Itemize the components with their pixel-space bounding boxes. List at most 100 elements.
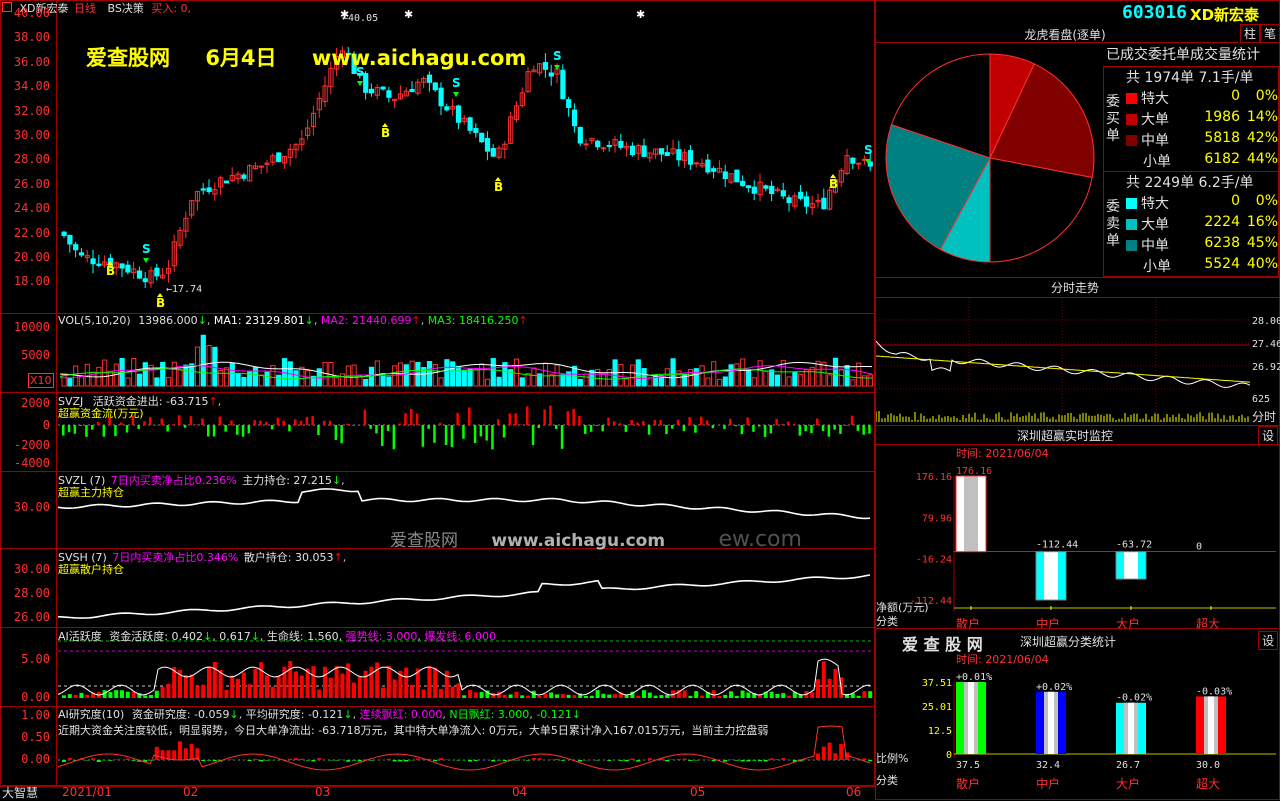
volume-bar [694,369,698,386]
candle [456,106,460,122]
candle [224,181,228,183]
candle [62,232,66,235]
lhb-row: 小单 [1126,151,1171,171]
candle [143,279,147,282]
ai-active-bar [393,679,397,698]
ai-research-bar [619,760,623,761]
ai-active-bar [224,690,228,698]
ai-active-bar [277,676,281,698]
svzj-bar [845,425,848,426]
ai-research-bar [265,760,269,761]
ai-active-bar [514,692,518,698]
price-axis-label: 22.00 [0,226,50,240]
ai-active-bar [422,690,426,698]
ai-research-bar [253,759,257,760]
ai-active-bar [195,686,199,698]
volume-bar [126,378,130,386]
candle [619,141,623,147]
lhb-row: 特大 [1126,88,1169,108]
monitor-bar-value: 176.16 [956,466,992,477]
volume-bar [230,363,234,386]
svzj-bar [311,416,314,425]
candle [74,245,78,250]
candle [688,151,692,165]
ai-research-bar [149,760,153,761]
svzj-bar [596,425,599,426]
ai-research-bar [155,747,159,760]
volume-bar [775,375,779,386]
ai-active-bar [271,687,275,698]
monitor-settings-button[interactable]: 设 [1258,426,1278,445]
classify-ylabel: 比例% [876,751,908,765]
ai-research-bar [677,759,681,760]
ai-active-bar [717,696,721,698]
intraday-chart[interactable] [876,298,1250,424]
classify-category: 散户 [956,776,980,791]
candle [433,83,437,90]
classify-settings-button[interactable]: 设 [1258,631,1278,650]
candle [201,189,205,190]
ai-active-bar [503,695,507,698]
ai-active-bar [567,695,571,698]
ai-research-bar [288,759,292,760]
svzj-bar [543,409,546,425]
intraday-time-label: 分时 [1252,408,1276,425]
candle [387,91,391,98]
vol-ma3: MA3: 18416.250 [428,314,519,327]
lhb-row: 小单 [1126,256,1171,276]
lhb-row: 大单 [1126,109,1169,129]
candle [752,187,756,193]
ai-research-axis-1: 1.00 [0,708,50,722]
volume-bar [178,370,182,386]
classify-bar-shine-core [968,682,974,754]
star-marker: ✱ [404,8,413,21]
svzj-bar [514,413,517,425]
candle [439,88,443,106]
svzj-bar [793,424,796,425]
price-axis-label: 30.00 [0,128,50,142]
ai-research-bar [712,760,716,761]
ai-active-a: 资金活跃度: 0.402 [109,630,203,643]
ai-research-bar [68,758,72,760]
center-watermark-url: www.aichagu.com [491,531,665,551]
column-button[interactable]: 柱 [1240,24,1260,43]
svzj-bar [306,417,309,425]
svzj-bar [79,425,82,426]
pen-button[interactable]: 笔 [1260,24,1280,43]
volume-bar [752,378,756,386]
volume-bar [462,370,466,386]
classify-category: 大户 [1116,776,1140,791]
svzj-bar [781,424,784,425]
candle [485,139,489,152]
svzj-bar [259,420,262,425]
svzj-bar [456,413,459,425]
ai-research-bar [132,760,136,761]
svsh-ratio: 7日内买卖净占比0.346% [112,551,238,564]
ai-active-bar [201,685,205,698]
svzj-bar [857,425,860,431]
intraday-axis-3: 26.92 [1252,362,1280,373]
candle [584,144,588,145]
ai-active-bar [74,695,78,698]
svzj-bar [839,425,842,434]
brand-label: 大智慧 [2,784,38,801]
stock-name: XD新宏泰 [1190,4,1259,25]
ai-active-bar [787,696,791,698]
ai-active-bar [149,695,153,698]
ai-active-bar [857,696,861,698]
watermark-url: www.aichagu.com [312,46,527,70]
period-label[interactable]: 日线 [74,2,96,15]
candle [607,146,611,147]
legend-swatch [1126,240,1137,251]
volume-bar [132,359,136,386]
svzj-bar [103,425,106,437]
candle [677,150,681,160]
legend-swatch [1126,154,1139,167]
lhb-row-pct: 0% [1240,193,1278,209]
lhb-row-pct: 45% [1240,235,1278,251]
ai-active-bar [810,692,814,698]
ai-active-header: AI活跃度 资金活跃度: 0.402↓, 0.617↓, 生命线: 1.560,… [58,628,496,644]
volume-bar [839,370,843,386]
volume-bar [648,378,652,386]
ai-research-bar [207,760,211,761]
